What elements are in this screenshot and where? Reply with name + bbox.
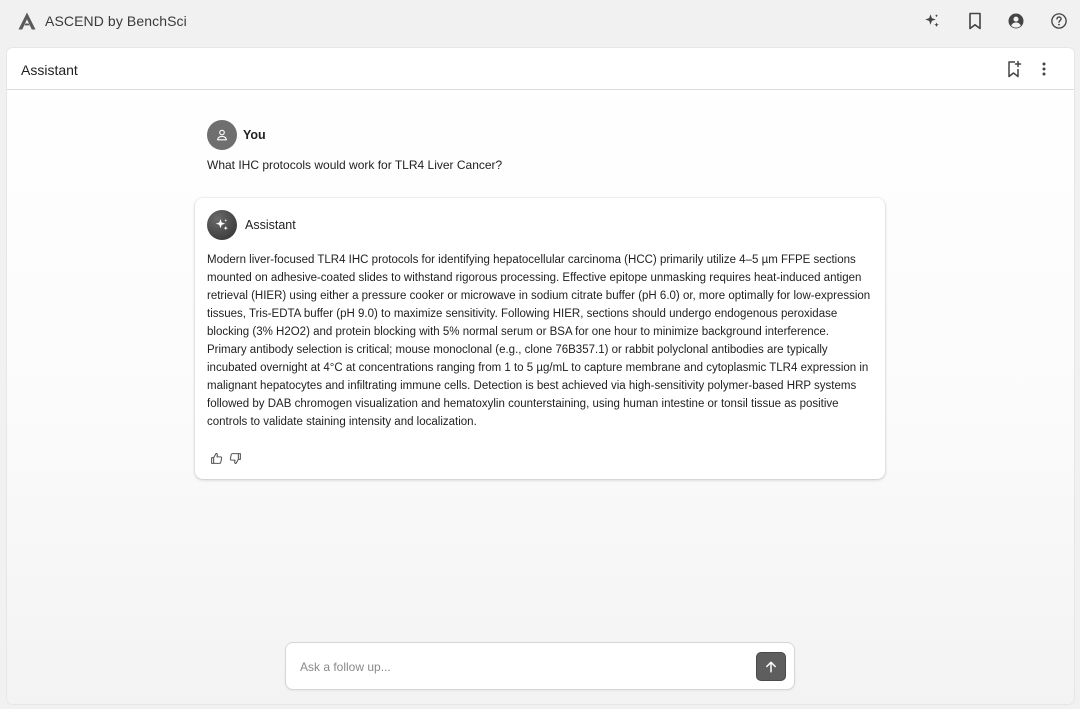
sparkle-icon[interactable] (922, 11, 942, 31)
send-button[interactable] (756, 652, 786, 681)
arrow-up-icon (764, 660, 778, 674)
assistant-response-card: Assistant Modern liver-focused TLR4 IHC … (195, 198, 885, 479)
bookmark-add-icon[interactable] (1004, 59, 1024, 79)
assistant-message-text: Modern liver-focused TLR4 IHC protocols … (207, 254, 871, 428)
app-title: ASCEND by BenchSci (45, 13, 187, 29)
account-circle-icon[interactable] (1006, 11, 1026, 31)
assistant-avatar (207, 210, 237, 240)
user-avatar (207, 120, 237, 150)
assistant-panel: Assistant You What IHC protocols would w… (7, 48, 1074, 704)
user-message-text: What IHC protocols would work for TLR4 L… (207, 158, 503, 172)
more-vertical-icon[interactable] (1034, 59, 1054, 79)
panel-header: Assistant (7, 48, 1074, 90)
thumbs-up-icon[interactable] (209, 451, 223, 465)
help-circle-icon[interactable] (1049, 11, 1069, 31)
user-sender-name: You (243, 128, 266, 142)
thumbs-down-icon[interactable] (228, 451, 242, 465)
sparkle-icon (213, 216, 231, 234)
follow-up-composer (285, 642, 795, 690)
assistant-sender-name: Assistant (245, 218, 296, 232)
feedback-actions (209, 451, 242, 465)
panel-title: Assistant (21, 62, 78, 78)
person-icon (215, 128, 229, 142)
app-top-bar: ASCEND by BenchSci (0, 0, 1080, 44)
bookmark-icon[interactable] (965, 11, 985, 31)
ascend-logo-icon[interactable] (17, 11, 37, 31)
follow-up-input[interactable] (300, 657, 740, 677)
